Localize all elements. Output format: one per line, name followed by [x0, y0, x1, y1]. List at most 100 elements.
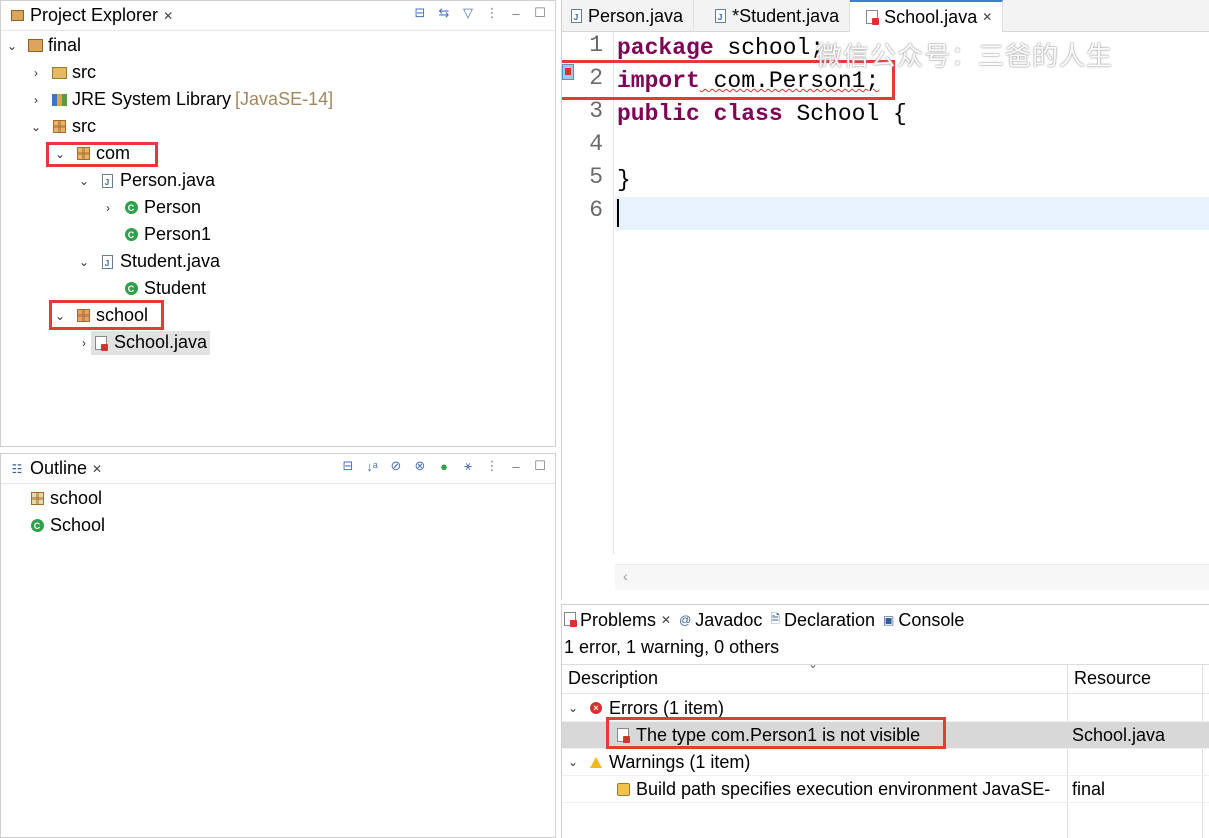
chevron-down-icon[interactable]: ⌄	[77, 255, 91, 269]
filter-icon[interactable]: ▽	[459, 4, 477, 22]
tab-label: Problems	[580, 609, 657, 630]
table-row[interactable]: Build path specifies execution environme…	[562, 776, 1209, 803]
warning-icon	[588, 754, 604, 770]
chevron-down-icon[interactable]: ⌄	[5, 39, 19, 53]
outline-item-class[interactable]: C School	[21, 512, 105, 539]
java-file-icon: J	[712, 8, 728, 24]
tab-javadoc[interactable]: @ Javadoc	[677, 605, 768, 635]
minimize-icon[interactable]: –	[507, 457, 525, 475]
line-number-gutter: 1 2 3 4 5 6	[562, 32, 614, 554]
tree-item-person-class[interactable]: › C Person	[101, 194, 201, 221]
editor-tab-school[interactable]: School.java ✕	[850, 0, 1004, 32]
chevron-right-icon[interactable]: ›	[29, 66, 43, 80]
collapse-all-icon[interactable]: ⊟	[411, 4, 429, 22]
library-icon	[51, 92, 67, 108]
column-header-description[interactable]: Description	[568, 668, 658, 689]
code-editor[interactable]: package school; import com.Person1; publ…	[615, 32, 1209, 554]
tab-outline[interactable]: ☷ Outline ✕	[1, 454, 108, 484]
horizontal-scrollbar[interactable]: ‹	[615, 564, 1209, 590]
view-menu-icon[interactable]: ⋮	[483, 4, 501, 22]
highlight-box-school	[49, 300, 164, 330]
problem-description: Build path specifies execution environme…	[636, 778, 1051, 799]
problems-icon	[564, 611, 577, 629]
column-header-resource[interactable]: Resource	[1074, 668, 1151, 689]
editor-tab-label: Person.java	[588, 5, 684, 26]
group-label: Warnings (1 item)	[609, 751, 751, 772]
tree-item-jre-library[interactable]: › JRE System Library [JavaSE-14]	[29, 86, 333, 113]
chevron-down-icon[interactable]: ⌄	[77, 174, 91, 188]
text-caret	[617, 199, 619, 227]
tree-item-label: Person	[144, 197, 202, 217]
tab-project-explorer[interactable]: Project Explorer ✕	[1, 1, 179, 31]
hide-fields-icon[interactable]: ⊘	[387, 457, 405, 475]
tree-item-student-class[interactable]: C Student	[101, 275, 206, 302]
chevron-right-icon[interactable]: ›	[29, 93, 43, 107]
tree-item-person1-class[interactable]: C Person1	[101, 221, 211, 248]
line-number: 3	[589, 98, 603, 124]
chevron-right-icon[interactable]: ›	[77, 336, 91, 350]
editor-tab-student[interactable]: J *Student.java	[694, 0, 851, 32]
outline-item-package[interactable]: school	[21, 485, 102, 512]
tree-item-school-java[interactable]: › School.java	[77, 329, 211, 356]
close-icon[interactable]: ✕	[163, 9, 173, 23]
package-root-icon	[51, 119, 67, 135]
chevron-down-icon[interactable]: ⌄	[566, 755, 580, 769]
tree-item-label: Person.java	[120, 170, 216, 190]
chevron-right-icon[interactable]: ›	[101, 201, 115, 215]
tree-item-label: src	[72, 116, 96, 136]
tab-console[interactable]: ▣ Console	[881, 605, 970, 635]
tree-item-src-folder[interactable]: › src	[29, 59, 96, 86]
problems-tab-bar: Problems ✕ @ Javadoc 🗎 Declaration ▣ Con…	[562, 605, 1209, 635]
sort-icon[interactable]: ↓ᵃ	[363, 457, 381, 475]
link-with-editor-icon[interactable]: ⇆	[435, 4, 453, 22]
error-icon: ×	[588, 700, 604, 716]
outline-item-label: School	[50, 515, 106, 535]
class-icon: C	[123, 227, 139, 243]
package-icon	[29, 491, 45, 507]
tree-item-src-package-root[interactable]: ⌄ src	[29, 113, 96, 140]
maximize-icon[interactable]: ☐	[531, 4, 549, 22]
chevron-down-icon[interactable]: ⌄	[29, 120, 43, 134]
table-row[interactable]: ⌄ Warnings (1 item)	[562, 749, 1209, 776]
tab-label: Declaration	[783, 609, 876, 630]
project-explorer-title: Project Explorer	[30, 5, 159, 25]
tab-problems[interactable]: Problems ✕	[562, 605, 677, 635]
project-explorer-toolbar: ⊟ ⇆ ▽ ⋮ – ☐	[411, 4, 549, 22]
chevron-down-icon[interactable]: ⌄	[566, 701, 580, 715]
editor-tab-label: *Student.java	[732, 5, 840, 26]
problems-summary: 1 error, 1 warning, 0 others	[564, 637, 780, 657]
warning-file-icon	[615, 781, 631, 797]
java-file-icon: J	[99, 173, 115, 189]
close-icon[interactable]: ✕	[92, 462, 102, 476]
tab-label: Console	[898, 609, 965, 630]
hide-local-types-icon[interactable]: ⚹	[459, 457, 477, 475]
class-icon: C	[29, 518, 45, 534]
highlight-box-error	[606, 717, 946, 749]
selected-item[interactable]: School.java	[91, 330, 211, 355]
collapse-all-icon[interactable]: ⊟	[339, 457, 357, 475]
line-number: 5	[589, 164, 603, 190]
close-icon[interactable]: ✕	[661, 613, 671, 627]
tree-item-person-java[interactable]: ⌄ J Person.java	[77, 167, 215, 194]
tree-item-student-java[interactable]: ⌄ J Student.java	[77, 248, 220, 275]
hide-static-icon[interactable]: ⊗	[411, 457, 429, 475]
tree-item-label: School.java	[114, 332, 208, 352]
highlight-box-com	[46, 142, 158, 167]
outline-view: ☷ Outline ✕ ⊟ ↓ᵃ ⊘ ⊗ ● ⚹ ⋮ – ☐ school C …	[0, 453, 556, 838]
current-line-highlight	[615, 197, 1209, 230]
outline-item-label: school	[50, 488, 103, 508]
code-line: public class School {	[617, 101, 907, 127]
hide-nonpublic-icon[interactable]: ●	[435, 457, 453, 475]
minimize-icon[interactable]: –	[507, 4, 525, 22]
editor-tab-bar: J Person.java J *Student.java School.jav…	[562, 0, 1209, 32]
editor-tab-person[interactable]: J Person.java	[562, 0, 695, 32]
view-menu-icon[interactable]: ⋮	[483, 457, 501, 475]
console-icon: ▣	[883, 613, 895, 627]
tree-item-final[interactable]: ⌄ final	[5, 32, 81, 59]
tab-declaration[interactable]: 🗎 Declaration	[768, 605, 881, 635]
java-file-icon: J	[99, 254, 115, 270]
close-icon[interactable]: ✕	[982, 10, 992, 24]
maximize-icon[interactable]: ☐	[531, 457, 549, 475]
table-header: Description ⌄ Resource	[562, 657, 1209, 694]
scroll-left-icon[interactable]: ‹	[623, 568, 628, 584]
